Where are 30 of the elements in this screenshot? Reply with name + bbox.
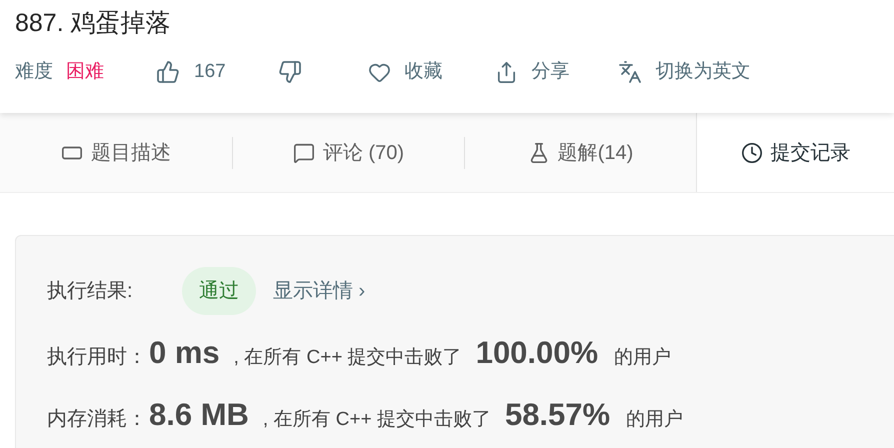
tab[interactable]: 评论 (70) [233,113,464,192]
tab[interactable]: 题解(14) [465,113,696,192]
tab[interactable]: 题目描述 [0,113,232,192]
translate-icon [618,60,642,84]
like-button[interactable]: 167 [156,58,226,86]
translate-button[interactable]: 切换为英文 [618,58,751,86]
thumbs-up-icon [156,60,180,84]
difficulty-label: 难度 [15,60,53,84]
dislike-button[interactable] [278,60,302,84]
stat-suffix: 的用户 [626,408,684,432]
problem-title: 887. 鸡蛋掉落 [15,8,172,39]
comment-icon [292,142,315,164]
stat-value: 0 ms [149,334,220,372]
stat-text: , 在所有 C++ 提交中击败了 [262,408,491,432]
stat-percent: 100.00% [476,334,598,372]
details-link[interactable]: 显示详情 › [273,276,366,306]
clock-icon [740,142,762,164]
favorite-button[interactable]: 收藏 [368,58,443,86]
status-badge: 通过 [182,267,256,315]
result-label: 执行结果: [47,279,134,304]
tab[interactable]: 提交记录 [697,113,894,192]
stat-value: 8.6 MB [149,396,249,434]
stat-label: 内存消耗： [47,407,147,432]
thumbs-down-icon [278,60,302,84]
stat-suffix: 的用户 [614,346,672,370]
share-button[interactable]: 分享 [494,58,570,86]
stat-label: 执行用时： [47,345,147,370]
difficulty-value: 困难 [66,60,104,84]
stat-percent: 58.57% [504,396,610,434]
stat-text: , 在所有 C++ 提交中击败了 [234,346,462,370]
